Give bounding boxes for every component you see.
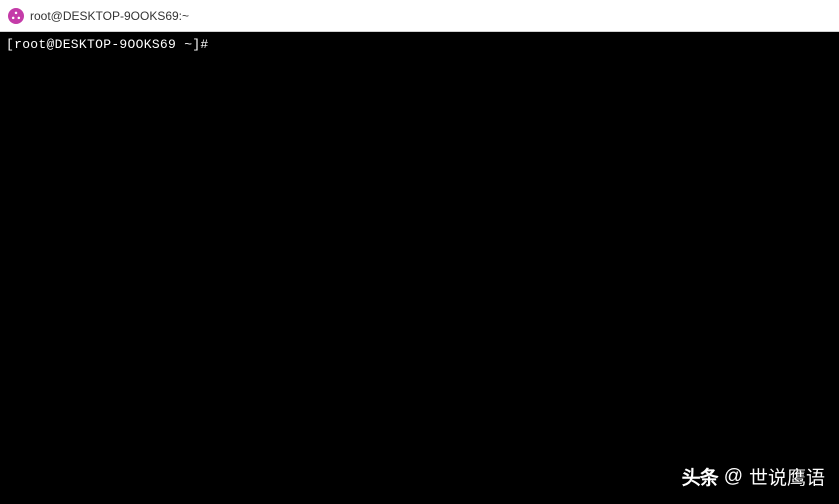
watermark-logo: 头条 bbox=[682, 463, 718, 490]
terminal-area[interactable]: [root@DESKTOP-9OOKS69 ~]# bbox=[0, 32, 839, 504]
watermark-name: 世说鹰语 bbox=[749, 463, 825, 490]
ubuntu-icon bbox=[8, 8, 24, 24]
watermark: 头条 @ 世说鹰语 bbox=[682, 463, 825, 490]
window-title-bar[interactable]: root@DESKTOP-9OOKS69:~ bbox=[0, 0, 839, 32]
prompt-text: [root@DESKTOP-9OOKS69 ~]# bbox=[6, 37, 209, 52]
watermark-logo-text: 头条 bbox=[682, 463, 718, 490]
window-title: root@DESKTOP-9OOKS69:~ bbox=[30, 9, 189, 23]
watermark-at: @ bbox=[724, 466, 743, 488]
terminal-prompt: [root@DESKTOP-9OOKS69 ~]# bbox=[6, 36, 833, 54]
